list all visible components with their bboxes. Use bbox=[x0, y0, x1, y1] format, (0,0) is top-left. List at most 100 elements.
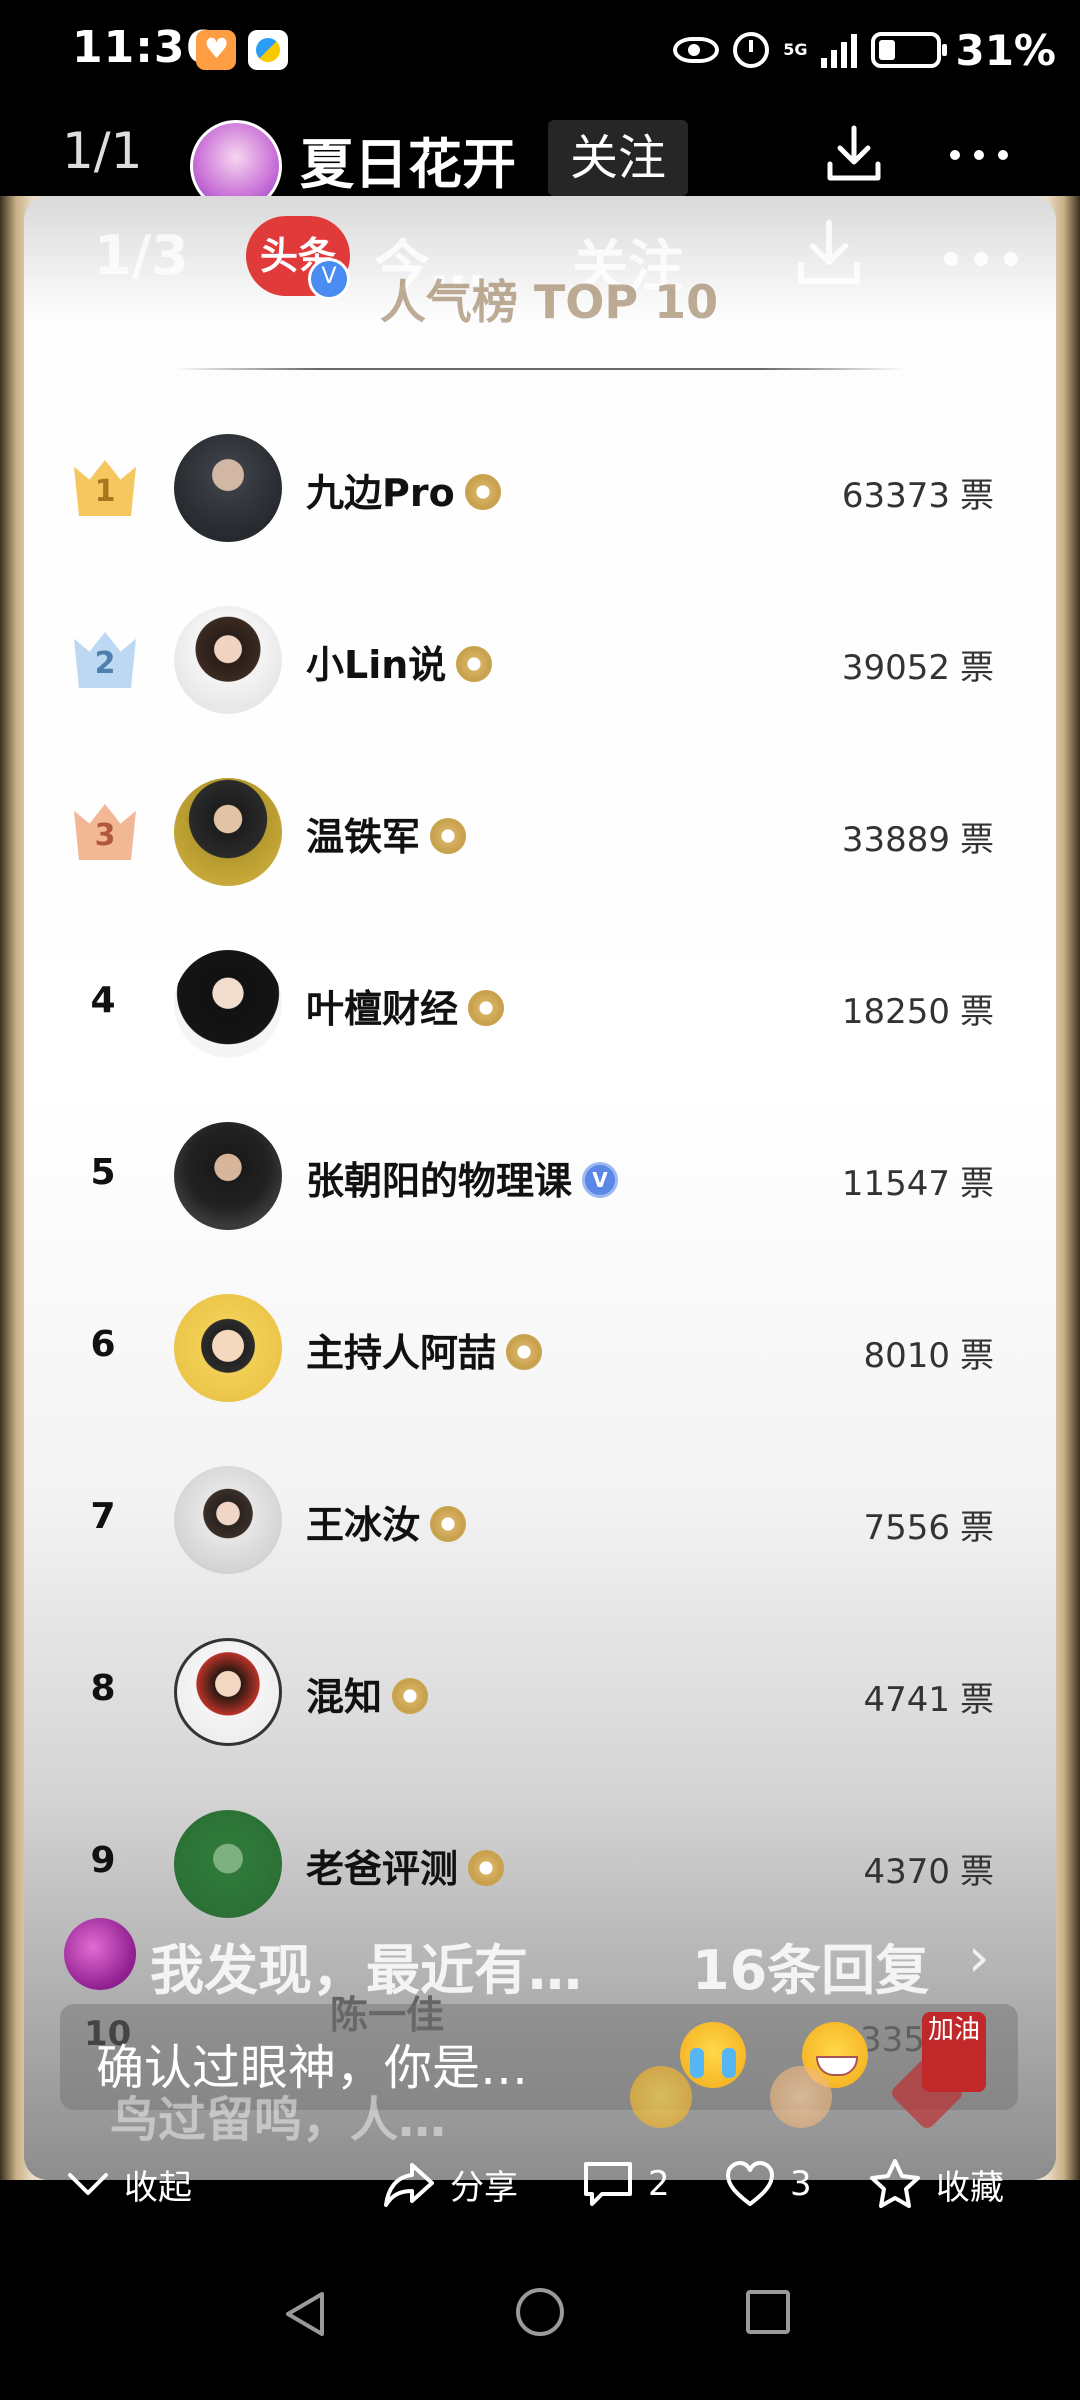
home-icon[interactable] bbox=[516, 2288, 564, 2336]
verified-gold-icon bbox=[468, 1849, 505, 1886]
list-item[interactable]: 3 温铁军 33889 票 bbox=[24, 770, 1056, 890]
vote-count: 39052 票 bbox=[841, 648, 994, 688]
list-item[interactable]: 6 主持人阿喆 8010 票 bbox=[24, 1286, 1056, 1406]
avatar bbox=[64, 1918, 136, 1990]
silver-crown-icon: 2 bbox=[74, 632, 136, 688]
handshake-emoji-icon bbox=[770, 2066, 832, 2128]
rank-number: 9 bbox=[90, 1840, 116, 1881]
comment-text: 我发现，最近有… bbox=[150, 1939, 582, 2002]
like-button[interactable]: 3 bbox=[724, 2154, 812, 2214]
verified-gold-icon bbox=[430, 1505, 467, 1542]
avatar bbox=[174, 1638, 282, 1746]
gold-crown-icon: 1 bbox=[74, 460, 136, 516]
leaderboard-card: 1/3 头条 V 今… 关注 人气榜 TOP 10 1 九边Pro 63373 票… bbox=[24, 196, 1056, 2180]
entry-name: 老爸评测 bbox=[306, 1838, 505, 1893]
verified-gold-icon bbox=[506, 1333, 543, 1370]
rank-number: 6 bbox=[90, 1324, 116, 1365]
title-divider bbox=[174, 368, 904, 370]
list-item[interactable]: 5 张朝阳的物理课 V 11547 票 bbox=[24, 1114, 1056, 1234]
more-icon[interactable] bbox=[950, 150, 1008, 160]
share-icon bbox=[384, 2163, 434, 2207]
alarm-icon bbox=[733, 32, 770, 68]
browser-app-notification-icon bbox=[248, 30, 288, 70]
vote-count: 4741 票 bbox=[863, 1680, 994, 1720]
vote-count: 11547 票 bbox=[841, 1164, 994, 1204]
eye-icon bbox=[673, 37, 720, 63]
top-bar: 1/1 bbox=[0, 100, 1080, 200]
avatar bbox=[174, 1466, 282, 1574]
vote-count: 63373 票 bbox=[841, 476, 994, 516]
verified-gold-icon bbox=[464, 473, 501, 510]
comment-icon bbox=[584, 2162, 632, 2206]
like-count: 3 bbox=[790, 2164, 812, 2204]
vote-count: 8010 票 bbox=[863, 1336, 994, 1376]
system-nav-bar bbox=[0, 2230, 1080, 2400]
avatar bbox=[174, 606, 282, 714]
bronze-crown-icon: 3 bbox=[74, 804, 136, 860]
verified-gold-icon bbox=[392, 1677, 429, 1714]
heart-icon bbox=[726, 2161, 774, 2206]
orange-app-notification-icon bbox=[196, 30, 236, 70]
entry-name: 九边Pro bbox=[306, 462, 501, 517]
avatar bbox=[174, 1122, 282, 1230]
entry-name: 温铁军 bbox=[306, 806, 467, 861]
entry-name: 小Lin说 bbox=[306, 634, 493, 689]
share-button[interactable]: 分享 bbox=[382, 2154, 518, 2214]
laughing-emoji-icon bbox=[630, 2066, 692, 2128]
signal-icon bbox=[821, 32, 858, 68]
list-item[interactable]: 4 叶檀财经 18250 票 bbox=[24, 942, 1056, 1062]
avatar bbox=[174, 1294, 282, 1402]
vote-count: 18250 票 bbox=[841, 992, 994, 1032]
battery-icon bbox=[871, 32, 948, 68]
crying-emoji-icon[interactable] bbox=[680, 2022, 746, 2088]
share-label: 分享 bbox=[450, 2167, 518, 2208]
reply-count[interactable]: 16条回复 bbox=[692, 1926, 929, 2005]
comment-count: 2 bbox=[648, 2164, 670, 2204]
vote-count: 4370 票 bbox=[863, 1852, 994, 1892]
list-item[interactable]: 9 老爸评测 4370 票 bbox=[24, 1802, 1056, 1922]
rank-number: 5 bbox=[90, 1152, 116, 1193]
image-more-icon bbox=[944, 252, 1018, 266]
avatar bbox=[174, 778, 282, 886]
collapse-button[interactable]: 收起 bbox=[66, 2154, 192, 2214]
verified-gold-icon bbox=[468, 989, 505, 1026]
action-bar: 收起 分享 2 3 收藏 bbox=[0, 2140, 1080, 2230]
status-bar: 11:36 5G 31% bbox=[0, 0, 1080, 100]
image-counter: 1/1 bbox=[62, 122, 143, 180]
chevron-right-icon: › bbox=[968, 1926, 990, 1989]
recent-apps-icon[interactable] bbox=[746, 2290, 790, 2334]
chevron-down-icon bbox=[68, 2173, 108, 2195]
network-type: 5G bbox=[783, 40, 808, 59]
entry-name: 张朝阳的物理课 V bbox=[306, 1150, 619, 1205]
rank-number: 7 bbox=[90, 1496, 116, 1537]
vote-count: 33889 票 bbox=[841, 820, 994, 860]
avatar bbox=[174, 434, 282, 542]
follow-button[interactable]: 关注 bbox=[548, 120, 688, 196]
entry-name: 王冰汝 bbox=[306, 1494, 467, 1549]
comment-button[interactable]: 2 bbox=[582, 2154, 670, 2214]
image-download-icon bbox=[798, 219, 860, 284]
entry-name: 混知 bbox=[306, 1666, 429, 1721]
comment-preview[interactable]: 我发现，最近有… 16条回复 › bbox=[64, 1916, 1024, 2002]
star-icon bbox=[870, 2159, 920, 2208]
vote-count: 7556 票 bbox=[863, 1508, 994, 1548]
list-item[interactable]: 8 混知 4741 票 bbox=[24, 1630, 1056, 1750]
avatar bbox=[174, 950, 282, 1058]
list-item[interactable]: 7 王冰汝 7556 票 bbox=[24, 1458, 1056, 1578]
collapse-label: 收起 bbox=[124, 2167, 192, 2208]
rank-number: 8 bbox=[90, 1668, 116, 1709]
list-item[interactable]: 1 九边Pro 63373 票 bbox=[24, 426, 1056, 546]
favorite-button[interactable]: 收藏 bbox=[868, 2154, 1004, 2214]
board-title: 人气榜 TOP 10 bbox=[379, 275, 719, 329]
image-viewer[interactable]: 1/3 头条 V 今… 关注 人气榜 TOP 10 1 九边Pro 63373 票… bbox=[0, 196, 1080, 2180]
username[interactable]: 夏日花开 bbox=[300, 120, 516, 199]
back-icon[interactable] bbox=[282, 2290, 328, 2338]
download-icon[interactable] bbox=[826, 124, 882, 184]
battery-percent: 31% bbox=[955, 25, 1056, 75]
entry-name: 叶檀财经 bbox=[306, 978, 505, 1033]
list-item[interactable]: 2 小Lin说 39052 票 bbox=[24, 598, 1056, 718]
avatar bbox=[174, 1810, 282, 1918]
verified-gold-icon bbox=[430, 817, 467, 854]
image-overlay-counter: 1/3 bbox=[94, 224, 189, 287]
rank-number: 4 bbox=[90, 980, 116, 1021]
